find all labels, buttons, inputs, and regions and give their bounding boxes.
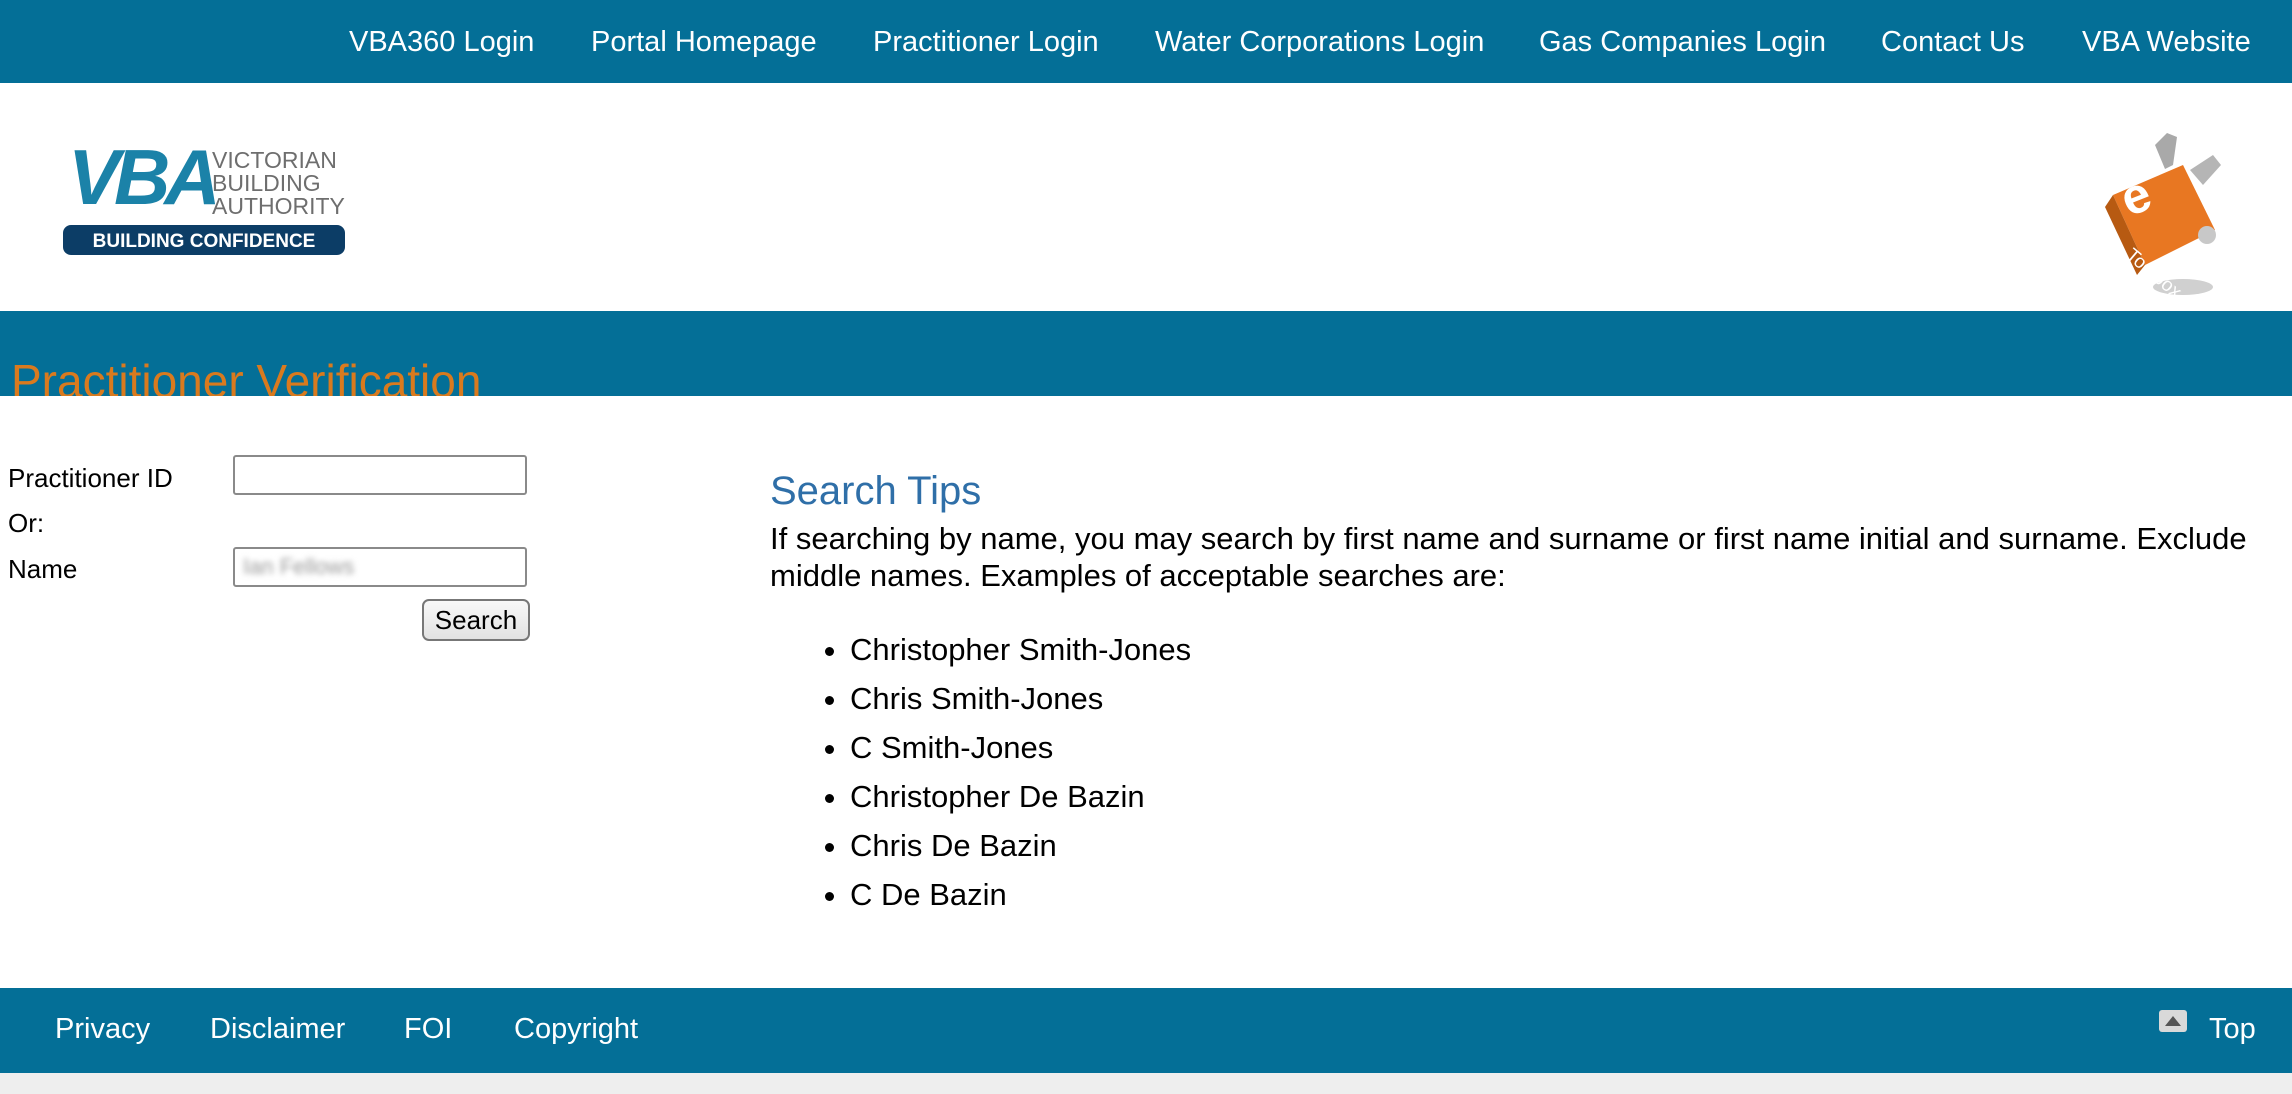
page-title: Practitioner Verification xyxy=(11,355,482,396)
nav-vba360-login[interactable]: VBA360 Login xyxy=(349,22,534,62)
footer-copyright-link[interactable]: Copyright xyxy=(514,1009,638,1049)
nav-water-corporations-login[interactable]: Water Corporations Login xyxy=(1155,22,1484,62)
nav-portal-homepage[interactable]: Portal Homepage xyxy=(591,22,817,62)
vba-logo[interactable]: VBA VICTORIAN BUILDING AUTHORITY BUILDIN… xyxy=(62,138,347,258)
top-navigation: VBA360 Login Portal Homepage Practitione… xyxy=(0,0,2292,83)
or-label: Or: xyxy=(8,508,45,538)
practitioner-id-label: Practitioner ID xyxy=(8,463,173,493)
footer-foi-link[interactable]: FOI xyxy=(404,1009,452,1049)
footer-privacy-link[interactable]: Privacy xyxy=(55,1009,150,1049)
logo-letters: VBA xyxy=(68,138,215,221)
nav-contact-us[interactable]: Contact Us xyxy=(1881,22,2024,62)
nav-practitioner-login[interactable]: Practitioner Login xyxy=(873,22,1099,62)
nav-gas-companies-login[interactable]: Gas Companies Login xyxy=(1539,22,1826,62)
bottom-strip xyxy=(0,1073,2292,1094)
search-button[interactable]: Search xyxy=(422,599,530,641)
back-to-top-link[interactable]: Top xyxy=(2209,1009,2256,1049)
nav-vba-website[interactable]: VBA Website xyxy=(2082,22,2251,62)
arrow-up-icon[interactable] xyxy=(2159,1010,2187,1032)
practitioner-id-input[interactable] xyxy=(233,455,527,495)
site-header: VBA VICTORIAN BUILDING AUTHORITY BUILDIN… xyxy=(0,83,2292,311)
name-label: Name xyxy=(8,554,78,584)
name-input[interactable]: Ian Fellows xyxy=(233,547,527,587)
list-item: Chris Smith-Jones xyxy=(850,678,1191,727)
list-item: Chris De Bazin xyxy=(850,825,1191,874)
list-item: C De Bazin xyxy=(850,874,1191,923)
e-toolbox-logo: e Toolbox xyxy=(2105,133,2221,300)
list-item: C Smith-Jones xyxy=(850,727,1191,776)
name-input-value: Ian Fellows xyxy=(243,554,355,579)
footer-disclaimer-link[interactable]: Disclaimer xyxy=(210,1009,345,1049)
page-banner: Practitioner Verification xyxy=(0,311,2292,396)
list-item: Christopher De Bazin xyxy=(850,776,1191,825)
logo-org-line3: AUTHORITY xyxy=(212,193,345,219)
site-footer: Privacy Disclaimer FOI Copyright Top xyxy=(0,988,2292,1073)
search-examples-list: Christopher Smith-Jones Chris Smith-Jone… xyxy=(770,629,1191,923)
logo-tagline: BUILDING CONFIDENCE xyxy=(93,231,316,252)
search-tips-text: If searching by name, you may search by … xyxy=(770,521,2247,593)
list-item: Christopher Smith-Jones xyxy=(850,629,1191,678)
search-tips-title: Search Tips xyxy=(770,469,982,513)
